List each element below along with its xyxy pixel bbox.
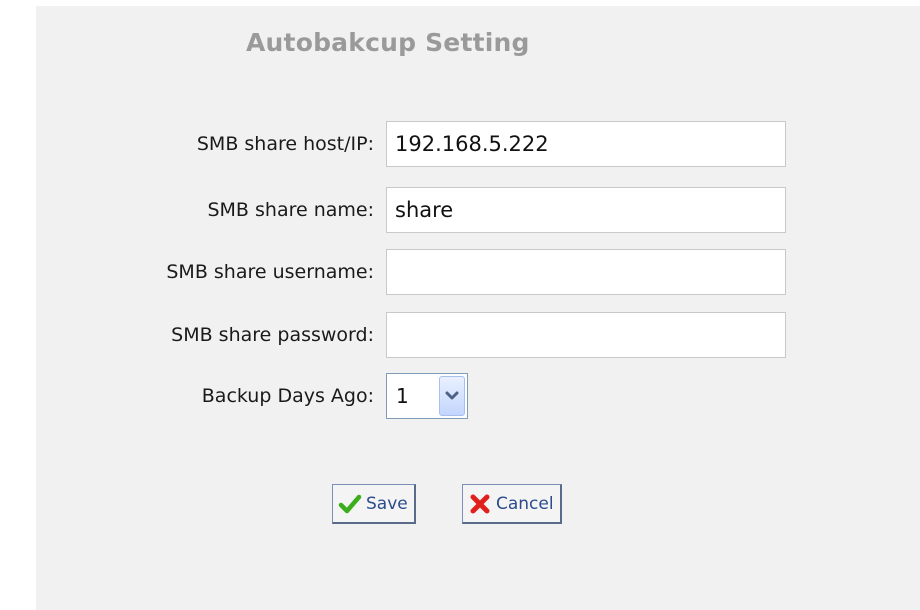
backup-days-select[interactable]: 1 xyxy=(386,373,468,419)
check-icon xyxy=(338,492,362,516)
password-label: SMB share password: xyxy=(171,324,374,346)
share-name-row: SMB share name: xyxy=(36,187,920,235)
backup-days-row: Backup Days Ago: 1 xyxy=(36,373,920,421)
password-row: SMB share password: xyxy=(36,312,920,360)
save-button[interactable]: Save xyxy=(332,484,416,524)
dropdown-button[interactable] xyxy=(439,376,465,416)
backup-days-label: Backup Days Ago: xyxy=(201,385,374,407)
username-input[interactable] xyxy=(386,249,786,295)
username-label: SMB share username: xyxy=(166,261,374,283)
autobackup-settings-panel: Autobakcup Setting SMB share host/IP: SM… xyxy=(36,6,920,610)
share-name-label: SMB share name: xyxy=(207,199,374,221)
backup-days-value: 1 xyxy=(396,384,409,408)
username-row: SMB share username: xyxy=(36,249,920,297)
page-title: Autobakcup Setting xyxy=(246,28,530,57)
save-label: Save xyxy=(366,493,408,514)
cancel-label: Cancel xyxy=(496,493,554,514)
x-icon xyxy=(468,492,492,516)
password-input[interactable] xyxy=(386,312,786,358)
share-name-input[interactable] xyxy=(386,187,786,233)
host-label: SMB share host/IP: xyxy=(196,133,374,155)
host-input[interactable] xyxy=(386,121,786,167)
cancel-button[interactable]: Cancel xyxy=(462,484,562,524)
chevron-down-icon xyxy=(445,391,459,400)
host-row: SMB share host/IP: xyxy=(36,121,920,169)
